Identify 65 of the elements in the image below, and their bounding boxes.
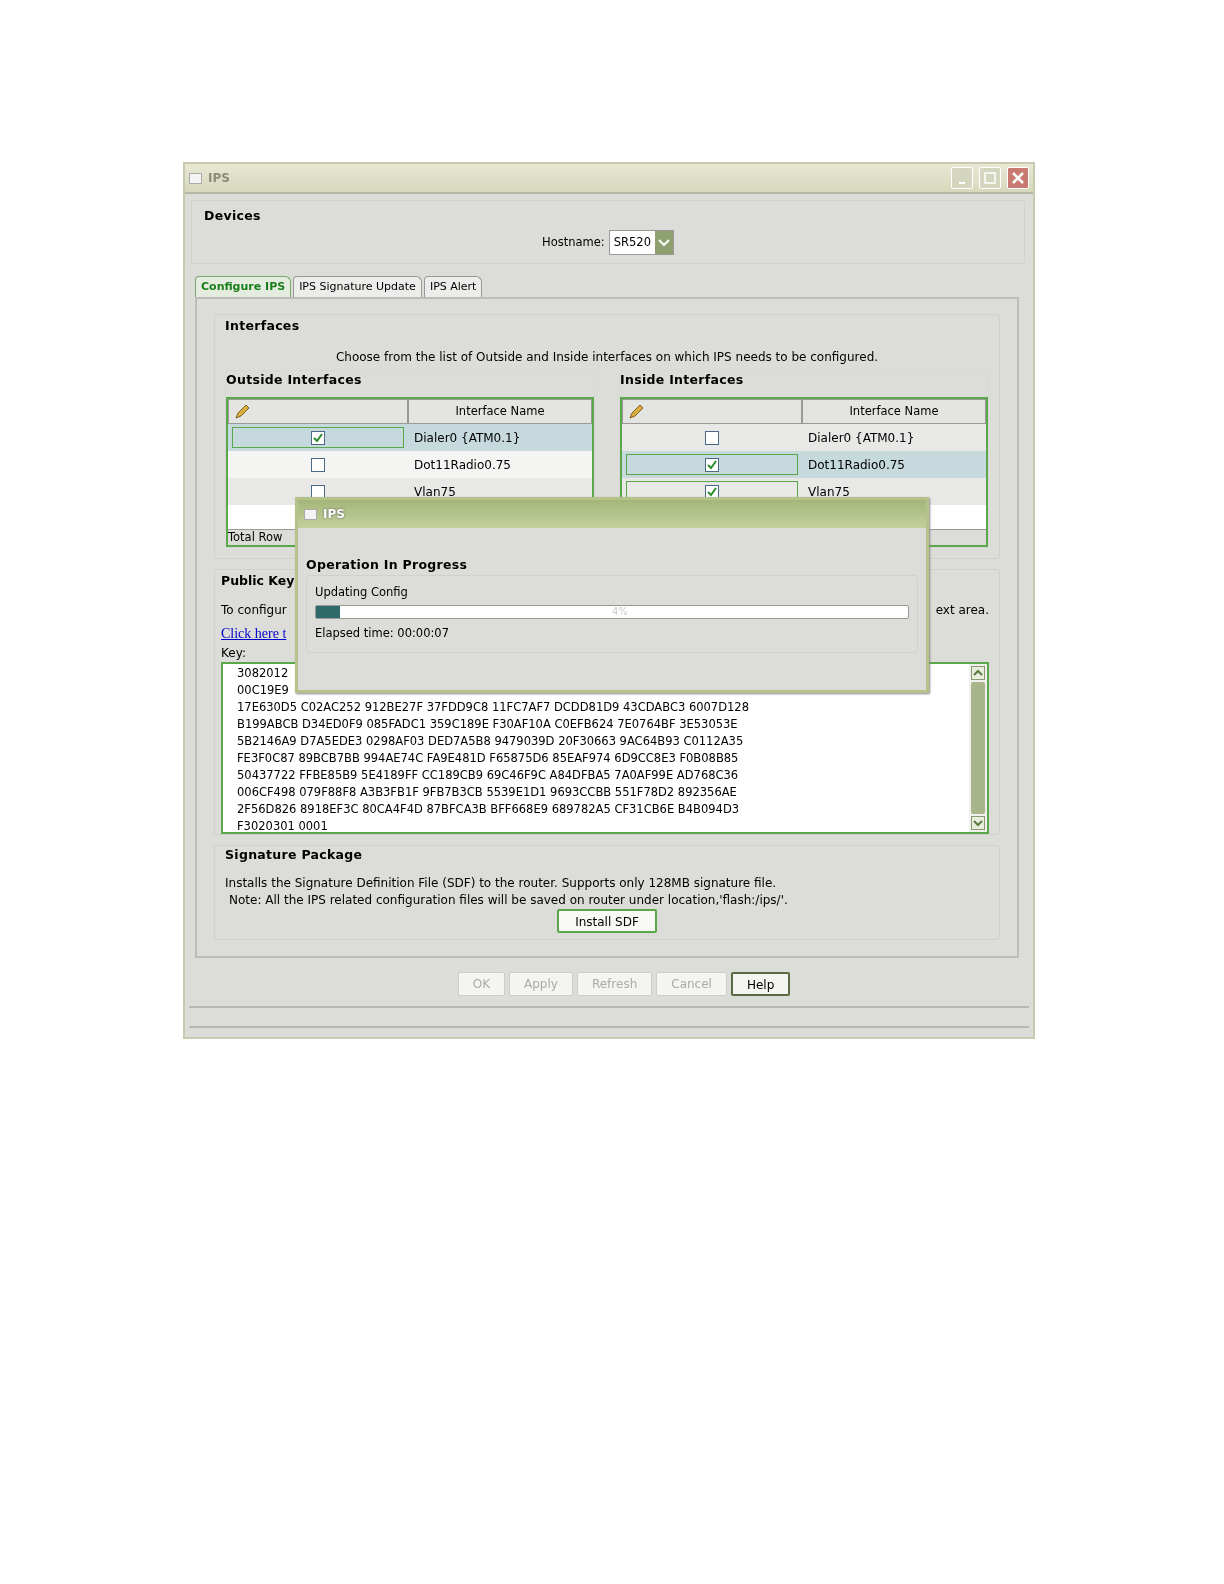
table-row[interactable]: Dot11Radio0.75 bbox=[228, 451, 592, 479]
key-line: F3020301 0001 bbox=[237, 818, 329, 835]
pencil-icon bbox=[233, 402, 251, 421]
dialog-button[interactable]: Help bbox=[730, 971, 791, 996]
close-icon bbox=[1010, 170, 1026, 186]
maximize-icon bbox=[982, 170, 998, 186]
tab[interactable]: IPS Alert bbox=[423, 275, 483, 297]
tab[interactable]: Configure IPS bbox=[195, 275, 292, 297]
key-line: 17E630D5 C02AC252 912BE27F 37FDD9C8 11FC7AF7 DCDD81D9 43CDABC3 6007D128 bbox=[237, 699, 750, 716]
checkbox[interactable] bbox=[311, 484, 325, 499]
checkbox[interactable] bbox=[705, 457, 719, 472]
table-row[interactable]: Dialer0 {ATM0.1} bbox=[228, 424, 592, 452]
key-line: 2F56D826 8918EF3C 80CA4F4D 87BFCA3B BFF668E9 689782A5 CF31CB6E B4B094D3 bbox=[237, 801, 741, 818]
group-title: Operation In Progress bbox=[306, 556, 469, 574]
hostname-label: Hostname: bbox=[542, 233, 605, 251]
checkbox[interactable] bbox=[311, 457, 325, 472]
instruction-text: ext area. bbox=[935, 602, 989, 619]
column-header: Interface Name bbox=[408, 399, 592, 425]
hostname-dropdown[interactable]: SR520 bbox=[608, 229, 674, 255]
key-line: 3082012 bbox=[237, 665, 290, 682]
elapsed-time: Elapsed time: 00:00:07 bbox=[315, 625, 450, 642]
group-title: Inside Interfaces bbox=[620, 370, 745, 389]
status-text: Updating Config bbox=[315, 583, 409, 601]
key-label: Key: bbox=[221, 645, 247, 662]
pencil-icon bbox=[627, 402, 645, 421]
install-sdf-button[interactable]: Install SDF bbox=[557, 908, 657, 933]
scrollbar[interactable] bbox=[969, 664, 987, 832]
description-text: Choose from the list of Outside and Inside interfaces on which IPS needs to be configured. bbox=[334, 348, 880, 366]
key-line: 006CF498 079F88F8 A3B3FB1F 9FB7B3CB 5539E1D1 9693CCBB 551F78D2 892356AE bbox=[237, 784, 738, 801]
link[interactable]: Click here t bbox=[221, 626, 287, 641]
description-text: Note: All the IPS related configuration files will be saved on router under location,'flash:/ips/'. bbox=[228, 891, 789, 909]
dialog-title: IPS bbox=[323, 506, 345, 523]
key-line: 00C19E9 bbox=[237, 682, 290, 699]
tab[interactable]: IPS Signature Update bbox=[293, 275, 422, 297]
group-title: Signature Package bbox=[225, 846, 364, 864]
group-title: Public Key bbox=[221, 572, 296, 591]
description-text: Installs the Signature Definition File (SDF) to the router. Supports only 128MB signature file. bbox=[225, 874, 778, 892]
key-line: FE3F0C87 89BCB7BB 994AE74C FA9E481D F65875D6 85EAF974 6D9CC8E3 F0B08B85 bbox=[237, 750, 740, 767]
window-icon bbox=[304, 508, 317, 520]
scroll-up-icon[interactable] bbox=[971, 666, 985, 680]
table-cell-text: Dialer0 {ATM0.1} bbox=[413, 429, 522, 447]
window-title: IPS bbox=[208, 170, 230, 187]
scroll-down-icon[interactable] bbox=[971, 816, 985, 830]
footer-text: Total Row bbox=[228, 529, 283, 547]
minimize-icon bbox=[958, 182, 966, 184]
window-icon bbox=[189, 172, 202, 184]
key-line: B199ABCB D34ED0F9 085FADC1 359C189E F30AF10A C0EFB624 7E0764BF 3E53053E bbox=[237, 716, 739, 733]
table-cell-text: Dot11Radio0.75 bbox=[413, 456, 512, 474]
instruction-text: To configur bbox=[221, 602, 287, 619]
key-line: 50437722 FFBE85B9 5E4189FF CC189CB9 69C46F9C A84DFBA5 7A0AF99E AD768C36 bbox=[237, 767, 740, 784]
checkbox[interactable] bbox=[705, 484, 719, 499]
table-cell-text: Vlan75 bbox=[413, 483, 457, 501]
checkbox[interactable] bbox=[311, 430, 325, 445]
table-row[interactable]: Dot11Radio0.75 bbox=[622, 451, 986, 479]
checkbox[interactable] bbox=[705, 430, 719, 445]
column-header: Interface Name bbox=[802, 399, 986, 425]
group-title: Devices bbox=[204, 207, 262, 225]
key-line: 5B2146A9 D7A5EDE3 0298AF03 DED7A5B8 9479039D 20F30663 9AC64B93 C0112A35 bbox=[237, 733, 745, 750]
table-cell-text: Dot11Radio0.75 bbox=[807, 456, 906, 474]
close-button[interactable] bbox=[1007, 167, 1029, 189]
group-title: Outside Interfaces bbox=[226, 370, 363, 389]
table-row[interactable]: Dialer0 {ATM0.1} bbox=[622, 424, 986, 452]
table-cell-text: Vlan75 bbox=[807, 483, 851, 501]
group-title: Interfaces bbox=[225, 316, 301, 335]
table-cell-text: Dialer0 {ATM0.1} bbox=[807, 429, 916, 447]
